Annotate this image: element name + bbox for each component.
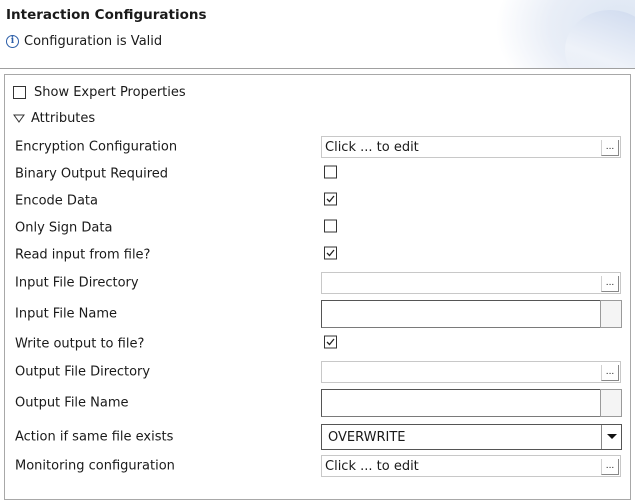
attributes-section-label: Attributes <box>31 111 96 126</box>
chevron-down-icon <box>607 434 617 439</box>
read-input-from-file-checkbox[interactable] <box>324 246 337 260</box>
row-action-if-same-file-exists: Action if same file exists OVERWRITE <box>15 423 625 451</box>
row-output-file-directory: Output File Directory ... <box>15 359 625 385</box>
encryption-configuration-label: Encryption Configuration <box>15 139 178 155</box>
input-file-name-input[interactable] <box>321 300 601 328</box>
encryption-configuration-value: Click ... to edit <box>325 140 419 155</box>
input-file-directory-field[interactable]: ... <box>321 272 621 294</box>
row-monitoring-configuration: Monitoring configuration Click ... to ed… <box>15 453 625 479</box>
write-output-to-file-label: Write output to file? <box>15 336 145 352</box>
checkmark-icon <box>326 249 335 257</box>
monitoring-configuration-value: Click ... to edit <box>325 459 419 474</box>
monitoring-configuration-edit-button[interactable]: ... <box>601 459 619 475</box>
show-expert-properties-label: Show Expert Properties <box>34 85 186 100</box>
encryption-configuration-edit-button[interactable]: ... <box>601 140 619 156</box>
properties-panel: Show Expert Properties Attributes Encryp… <box>4 74 631 500</box>
encryption-configuration-field[interactable]: Click ... to edit ... <box>321 136 621 158</box>
output-file-name-input[interactable] <box>321 389 601 417</box>
row-binary-output-required: Binary Output Required <box>15 161 625 187</box>
binary-output-required-label: Binary Output Required <box>15 166 169 182</box>
validation-status: i Configuration is Valid <box>6 34 162 49</box>
triangle-down-icon <box>13 114 25 123</box>
monitoring-configuration-label: Monitoring configuration <box>15 458 175 474</box>
row-input-file-name: Input File Name <box>15 299 625 329</box>
encode-data-label: Encode Data <box>15 193 98 209</box>
row-output-file-name: Output File Name <box>15 388 625 418</box>
row-only-sign-data: Only Sign Data <box>15 215 625 241</box>
row-write-output-to-file: Write output to file? <box>15 331 625 357</box>
monitoring-configuration-field[interactable]: Click ... to edit ... <box>321 455 621 477</box>
info-icon: i <box>6 35 19 48</box>
output-file-name-label: Output File Name <box>15 395 129 411</box>
output-file-name-button[interactable] <box>600 389 622 417</box>
row-encode-data: Encode Data <box>15 188 625 214</box>
output-file-directory-browse-button[interactable]: ... <box>601 365 619 381</box>
checkmark-icon <box>326 195 335 203</box>
show-expert-properties-checkbox[interactable] <box>13 86 26 99</box>
checkmark-icon <box>326 338 335 346</box>
write-output-to-file-checkbox[interactable] <box>324 335 337 349</box>
show-expert-properties[interactable]: Show Expert Properties <box>13 85 186 100</box>
only-sign-data-label: Only Sign Data <box>15 220 113 236</box>
binary-output-required-checkbox[interactable] <box>324 165 337 179</box>
input-file-name-label: Input File Name <box>15 306 118 322</box>
read-input-from-file-label: Read input from file? <box>15 247 151 263</box>
action-if-same-file-exists-label: Action if same file exists <box>15 429 174 445</box>
action-if-same-file-exists-select[interactable]: OVERWRITE <box>321 424 622 450</box>
row-read-input-from-file: Read input from file? <box>15 242 625 268</box>
attributes-section-toggle[interactable]: Attributes <box>13 111 95 126</box>
dropdown-button[interactable] <box>601 425 621 449</box>
input-file-name-button[interactable] <box>600 300 622 328</box>
only-sign-data-checkbox[interactable] <box>324 219 337 233</box>
input-file-directory-browse-button[interactable]: ... <box>601 276 619 292</box>
action-if-same-file-exists-value: OVERWRITE <box>328 430 406 445</box>
page-title: Interaction Configurations <box>6 7 207 23</box>
row-encryption-configuration: Encryption Configuration Click ... to ed… <box>15 134 625 160</box>
row-input-file-directory: Input File Directory ... <box>15 270 625 296</box>
header: Interaction Configurations i Configurati… <box>0 0 635 68</box>
encode-data-checkbox[interactable] <box>324 192 337 206</box>
validation-status-text: Configuration is Valid <box>24 34 163 49</box>
output-file-directory-field[interactable]: ... <box>321 361 621 383</box>
input-file-directory-label: Input File Directory <box>15 275 139 291</box>
output-file-directory-label: Output File Directory <box>15 364 151 380</box>
